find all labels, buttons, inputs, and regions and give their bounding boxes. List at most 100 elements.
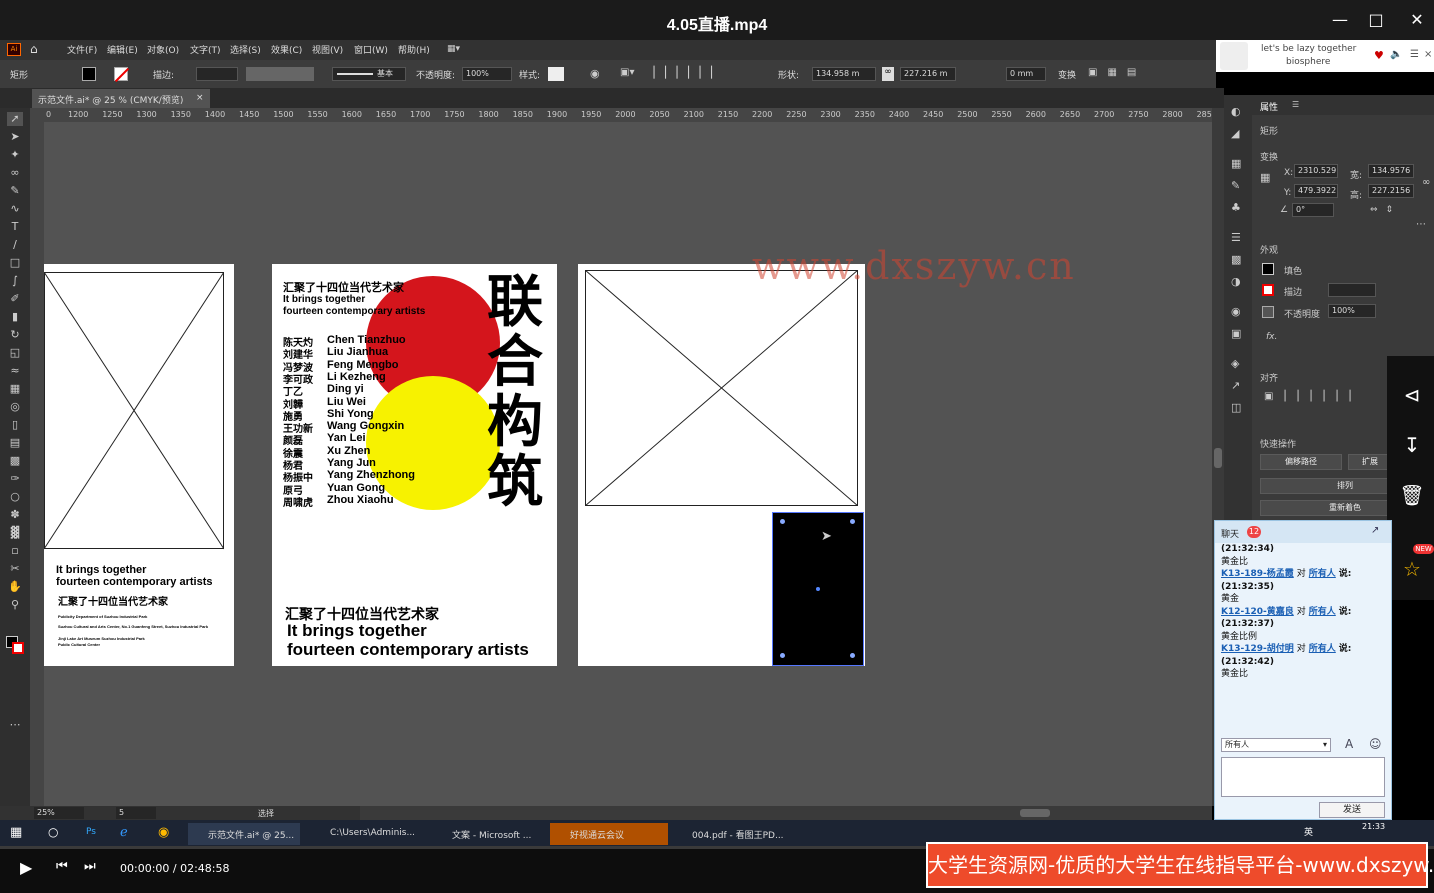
artboard-2[interactable]: 汇聚了十四位当代艺术家 It brings together fourteen … bbox=[272, 264, 557, 666]
chat-sender-link[interactable]: K13-129-胡付明 bbox=[1221, 644, 1294, 654]
horizontal-scrollbar[interactable] bbox=[360, 806, 1212, 820]
constrain-proportions-icon[interactable]: ∞ bbox=[1422, 177, 1430, 188]
chat-recipient-select[interactable]: 所有人 ▾ bbox=[1221, 738, 1331, 752]
free-transform-tool-icon[interactable]: ▦ bbox=[7, 382, 23, 396]
pen-tool-icon[interactable]: ✎ bbox=[7, 184, 23, 198]
menu-select[interactable]: 选择(S) bbox=[230, 43, 261, 56]
artboard-3[interactable]: ➤ bbox=[578, 264, 865, 666]
align-buttons-icon[interactable]: ⎥⎥⎥⎥⎥⎥ bbox=[650, 66, 719, 79]
stroke-color-swatch[interactable] bbox=[1262, 284, 1274, 296]
canvas[interactable]: It brings together fourteen contemporary… bbox=[44, 122, 1212, 806]
properties-tab[interactable]: 属性 bbox=[1260, 100, 1278, 113]
graphic-styles-panel-icon[interactable]: ▣ bbox=[1231, 327, 1241, 340]
previous-icon[interactable]: ⏮ bbox=[56, 859, 68, 874]
chat-recipient-link[interactable]: 所有人 bbox=[1309, 644, 1336, 654]
perspective-grid-tool-icon[interactable]: ▯ bbox=[7, 418, 23, 432]
next-icon[interactable]: ⏭ bbox=[84, 859, 96, 874]
ad-banner[interactable]: let's be lazy together biosphere ♥ 🔈 ☰ × bbox=[1216, 40, 1434, 72]
windows-start-icon[interactable]: ▦ bbox=[10, 825, 22, 840]
artboard-1[interactable]: It brings together fourteen contemporary… bbox=[44, 264, 234, 666]
photoshop-taskbar-icon[interactable]: Ps bbox=[86, 827, 96, 837]
hand-tool-icon[interactable]: ✋ bbox=[7, 580, 23, 594]
maximize-button[interactable]: □ bbox=[1364, 8, 1388, 32]
type-tool-icon[interactable]: T bbox=[7, 220, 23, 234]
share-icon[interactable]: ⊲ bbox=[1399, 382, 1425, 408]
swatches-panel-icon[interactable]: ◐ bbox=[1231, 105, 1241, 118]
appearance-panel-icon[interactable]: ◉ bbox=[1231, 305, 1241, 318]
ie-taskbar-icon[interactable]: ℯ bbox=[120, 825, 128, 840]
menu-effect[interactable]: 效果(C) bbox=[271, 43, 302, 56]
reference-point-icon[interactable]: ▦ bbox=[1260, 171, 1270, 184]
document-tab[interactable]: 示范文件.ai* @ 25 % (CMYK/预览) × bbox=[32, 89, 210, 108]
stroke-swatch[interactable] bbox=[114, 67, 130, 83]
menu-object[interactable]: 对象(O) bbox=[147, 43, 179, 56]
list-icon[interactable]: ☰ bbox=[1410, 49, 1419, 60]
stroke-weight-field[interactable] bbox=[196, 67, 238, 81]
document-tab-close-icon[interactable]: × bbox=[196, 93, 204, 103]
menu-window[interactable]: 窗口(W) bbox=[354, 43, 388, 56]
width-prop-field[interactable]: 134.9576 bbox=[1368, 164, 1414, 178]
transform-icons[interactable]: ▣▦▤ bbox=[1088, 67, 1146, 78]
heart-icon[interactable]: ♥ bbox=[1374, 49, 1384, 62]
graph-tool-icon[interactable]: ▓ bbox=[7, 526, 23, 540]
menu-type[interactable]: 文字(T) bbox=[190, 43, 221, 56]
chat-send-button[interactable]: 发送 bbox=[1319, 802, 1385, 818]
menu-file[interactable]: 文件(F) bbox=[67, 43, 97, 56]
more-tools-icon[interactable]: ⋯ bbox=[7, 718, 23, 732]
taskbar-meeting[interactable]: 好视通云会议 bbox=[550, 823, 668, 845]
align-to-icon[interactable]: ▣▾ bbox=[620, 67, 634, 78]
taskbar-explorer[interactable]: C:\Users\Adminis... bbox=[310, 823, 422, 845]
chat-sender-link[interactable]: K12-120-黄嘉良 bbox=[1221, 607, 1294, 617]
ime-indicator[interactable]: 英 bbox=[1304, 825, 1313, 838]
align-icons[interactable]: ▣⎥⎥⎥⎥⎥⎥ bbox=[1264, 391, 1359, 402]
selection-tool-icon[interactable]: ➚ bbox=[7, 112, 23, 126]
link-dimensions-icon[interactable]: ∞ bbox=[882, 67, 894, 81]
chat-expand-icon[interactable]: ↗ bbox=[1371, 525, 1379, 536]
chat-sender-link[interactable]: K13-189-杨孟霞 bbox=[1221, 569, 1294, 579]
artboards-panel-icon[interactable]: ◫ bbox=[1231, 401, 1241, 414]
chat-recipient-link[interactable]: 所有人 bbox=[1309, 569, 1336, 579]
width-field[interactable]: 134.958 m bbox=[812, 67, 876, 81]
lasso-tool-icon[interactable]: ∞ bbox=[7, 166, 23, 180]
recolor-icon[interactable]: ◉ bbox=[590, 67, 600, 80]
warp-tool-icon[interactable]: ≈ bbox=[7, 364, 23, 378]
expand-button[interactable]: 扩展 bbox=[1348, 454, 1392, 470]
layers-tab-icon[interactable]: ☰ bbox=[1292, 100, 1299, 109]
close-button[interactable]: ✕ bbox=[1405, 8, 1429, 32]
minimize-button[interactable]: — bbox=[1328, 8, 1352, 32]
pin-icon[interactable]: ☆ bbox=[1399, 556, 1425, 582]
flip-icons[interactable]: ⇔⇕ bbox=[1370, 205, 1401, 215]
height-prop-field[interactable]: 227.2156 bbox=[1368, 184, 1414, 198]
shaper-tool-icon[interactable]: ✐ bbox=[7, 292, 23, 306]
font-icon[interactable]: A bbox=[1345, 737, 1353, 751]
paintbrush-tool-icon[interactable]: ∫ bbox=[7, 274, 23, 288]
corner-radius-field[interactable]: 0 mm bbox=[1006, 67, 1046, 81]
gradient-tool-icon[interactable]: ▩ bbox=[7, 454, 23, 468]
eraser-tool-icon[interactable]: ▮ bbox=[7, 310, 23, 324]
variable-width-field[interactable] bbox=[246, 67, 314, 81]
fill-color-swatch[interactable] bbox=[1262, 263, 1274, 275]
line-tool-icon[interactable]: ∕ bbox=[7, 238, 23, 252]
mesh-tool-icon[interactable]: ▤ bbox=[7, 436, 23, 450]
height-field[interactable]: 227.216 m bbox=[900, 67, 956, 81]
delete-icon[interactable]: 🗑 bbox=[1399, 482, 1425, 508]
chrome-taskbar-icon[interactable]: ◉ bbox=[158, 825, 169, 840]
home-icon[interactable]: ⌂ bbox=[30, 42, 44, 56]
taskbar-illustrator[interactable]: 示范文件.ai* @ 25... bbox=[188, 823, 300, 845]
stroke-panel-icon[interactable]: ☰ bbox=[1231, 231, 1241, 244]
fx-button[interactable]: fx. bbox=[1266, 332, 1277, 342]
taskbar-pdf[interactable]: 004.pdf - 看图王PD... bbox=[672, 823, 784, 845]
artboard-tool-icon[interactable]: ▫ bbox=[7, 544, 23, 558]
selected-black-rectangle[interactable]: ➤ bbox=[772, 512, 864, 666]
menu-view[interactable]: 视图(V) bbox=[312, 43, 343, 56]
menu-edit[interactable]: 编辑(E) bbox=[107, 43, 138, 56]
offset-path-button[interactable]: 偏移路径 bbox=[1260, 454, 1342, 470]
chat-recipient-link[interactable]: 所有人 bbox=[1309, 607, 1336, 617]
x-field[interactable]: 2310.529 bbox=[1294, 164, 1338, 178]
more-options-icon[interactable]: ⋯ bbox=[1416, 219, 1426, 230]
opacity-field[interactable]: 100% bbox=[462, 67, 512, 81]
speaker-icon[interactable]: 🔈 bbox=[1390, 49, 1402, 60]
play-icon[interactable]: ▶ bbox=[20, 858, 32, 877]
emoji-icon[interactable]: ☺ bbox=[1369, 737, 1382, 751]
brush-style-field[interactable]: 基本 bbox=[332, 67, 406, 81]
